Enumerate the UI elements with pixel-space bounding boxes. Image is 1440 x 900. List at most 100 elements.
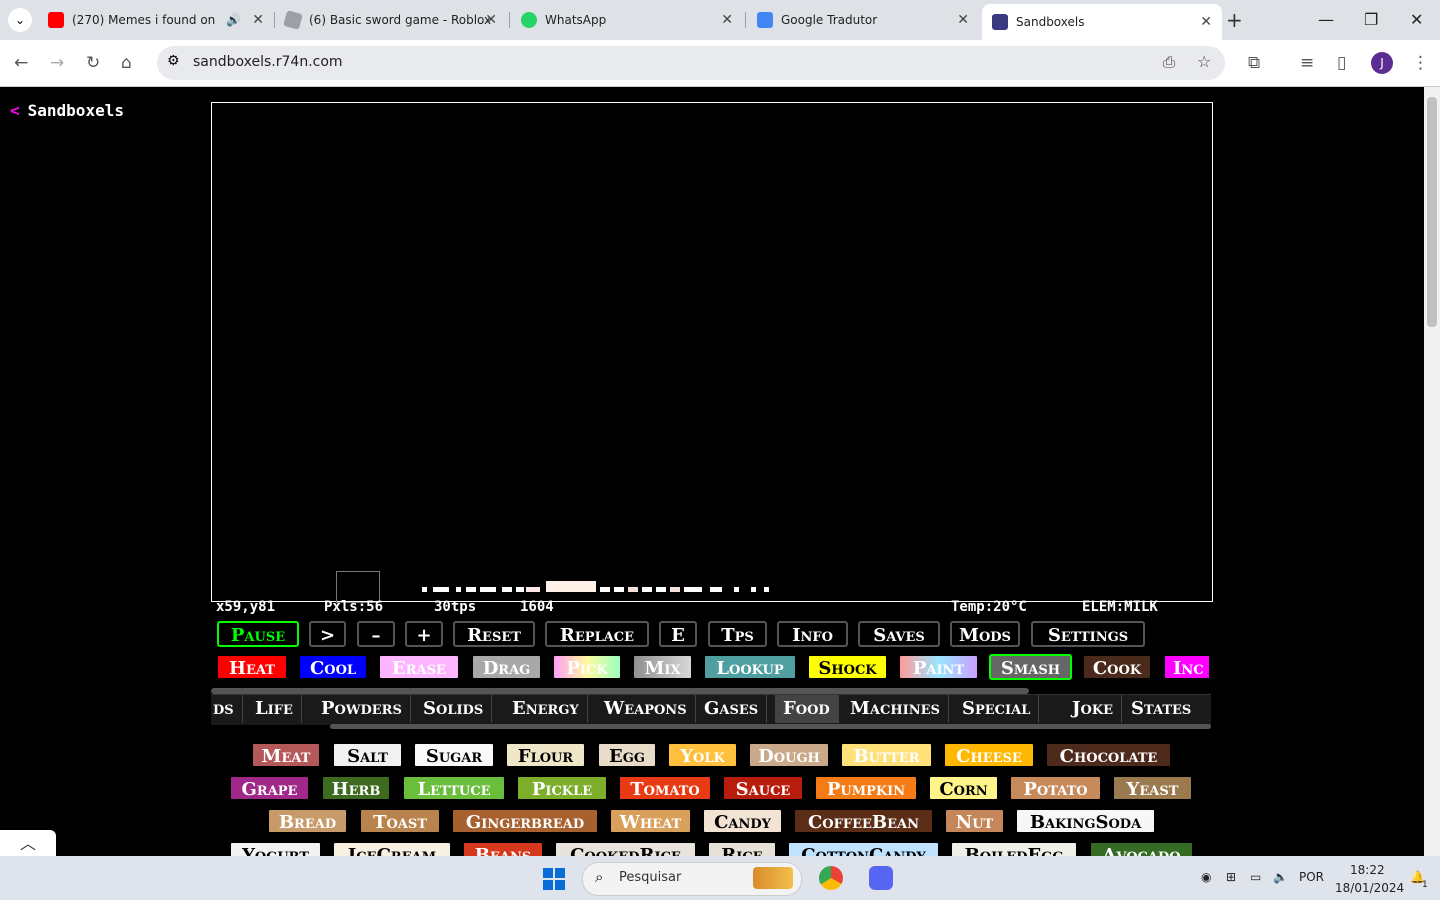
home-icon[interactable]: ⌂: [121, 53, 132, 73]
element-avocado[interactable]: Avocado: [1089, 841, 1194, 856]
element-corn[interactable]: Corn: [928, 775, 999, 801]
extensions-icon[interactable]: ⧉: [1248, 53, 1260, 73]
close-icon[interactable]: ✕: [957, 12, 969, 28]
element-yogurt[interactable]: Yogurt: [229, 841, 322, 856]
install-app-icon[interactable]: ⎙: [1163, 53, 1175, 71]
element-pumpkin[interactable]: Pumpkin: [814, 775, 918, 801]
element-coffeebean[interactable]: CoffeeBean: [793, 808, 934, 834]
tool-lookup[interactable]: Lookup: [703, 654, 797, 680]
minimize-icon[interactable]: —: [1318, 10, 1334, 29]
replace-button[interactable]: Replace: [545, 621, 649, 647]
brush-smaller-button[interactable]: –: [357, 621, 395, 647]
element-sauce[interactable]: Sauce: [722, 775, 804, 801]
category-solids[interactable]: Solids: [415, 695, 493, 723]
category-life[interactable]: Life: [247, 695, 302, 723]
side-panel-icon[interactable]: ▯: [1337, 53, 1346, 73]
element-chocolate[interactable]: Chocolate: [1045, 742, 1172, 768]
tool-incinerate[interactable]: Inc: [1163, 654, 1211, 680]
category-powders[interactable]: Powders: [313, 695, 411, 723]
category-energy[interactable]: Energy: [504, 695, 588, 723]
taskbar-search[interactable]: ⌕ Pesquisar: [582, 862, 802, 896]
category-special[interactable]: Special: [954, 695, 1040, 723]
scrollbar-thumb[interactable]: [1427, 97, 1437, 327]
scroll-up-button[interactable]: ︿: [0, 830, 56, 856]
element-egg[interactable]: Egg: [597, 742, 657, 768]
category-states[interactable]: States: [1123, 695, 1199, 723]
menu-icon[interactable]: ⋮: [1412, 53, 1429, 73]
tool-shock[interactable]: Shock: [807, 654, 888, 680]
element-dough[interactable]: Dough: [748, 742, 830, 768]
language-indicator[interactable]: POR: [1299, 870, 1324, 884]
close-icon[interactable]: ✕: [485, 12, 497, 28]
clock-date[interactable]: 18/01/2024: [1335, 881, 1404, 895]
element-flour[interactable]: Flour: [505, 742, 586, 768]
mods-button[interactable]: Mods: [950, 621, 1020, 647]
element-icecream[interactable]: IceCream: [332, 841, 452, 856]
element-cottoncandy[interactable]: CottonCandy: [787, 841, 940, 856]
element-nut[interactable]: Nut: [944, 808, 1005, 834]
page-scrollbar[interactable]: [1424, 87, 1440, 856]
element-cookedrice[interactable]: CookedRice: [554, 841, 697, 856]
saves-button[interactable]: Saves: [858, 621, 940, 647]
element-beans[interactable]: Beans: [462, 841, 544, 856]
element-boiledegg[interactable]: BoiledEgg: [950, 841, 1078, 856]
element-bread[interactable]: Bread: [267, 808, 348, 834]
tab-google-tradutor[interactable]: Google Tradutor ✕: [757, 6, 969, 34]
element-yolk[interactable]: Yolk: [667, 742, 738, 768]
element-salt[interactable]: Salt: [332, 742, 403, 768]
tab-sandboxels[interactable]: Sandboxels ✕: [982, 4, 1222, 40]
tool-paint[interactable]: Paint: [898, 654, 979, 680]
discord-icon[interactable]: [869, 866, 893, 890]
forward-icon[interactable]: →: [50, 53, 64, 73]
close-icon[interactable]: ✕: [1200, 14, 1212, 30]
step-button[interactable]: >: [309, 621, 346, 647]
new-tab-button[interactable]: +: [1226, 8, 1243, 32]
category-machines[interactable]: Machines: [842, 695, 949, 723]
window-close-icon[interactable]: ✕: [1410, 10, 1423, 29]
element-toast[interactable]: Toast: [359, 808, 441, 834]
element-pickle[interactable]: Pickle: [516, 775, 608, 801]
discord-tray-icon[interactable]: ◉: [1201, 870, 1211, 884]
category-food[interactable]: Food: [775, 695, 839, 723]
tool-smash[interactable]: Smash: [989, 654, 1072, 680]
clock-time[interactable]: 18:22: [1350, 863, 1385, 877]
element-gingerbread[interactable]: Gingerbread: [451, 808, 599, 834]
element-herb[interactable]: Herb: [321, 775, 391, 801]
element-yeast[interactable]: Yeast: [1112, 775, 1193, 801]
volume-icon[interactable]: 🔈: [1273, 870, 1288, 884]
pause-button[interactable]: Pause: [217, 621, 299, 647]
element-cheese[interactable]: Cheese: [943, 742, 1035, 768]
restore-icon[interactable]: ❐: [1364, 10, 1378, 29]
chrome-icon[interactable]: [819, 866, 843, 890]
brush-larger-button[interactable]: +: [405, 621, 443, 647]
element-meat[interactable]: Meat: [251, 742, 321, 768]
tab-search-button[interactable]: ⌄: [8, 8, 32, 32]
element-wheat[interactable]: Wheat: [609, 808, 692, 834]
tab-whatsapp[interactable]: WhatsApp ✕: [521, 6, 733, 34]
tool-heat[interactable]: Heat: [216, 654, 288, 680]
close-icon[interactable]: ✕: [252, 12, 264, 28]
element-grape[interactable]: Grape: [229, 775, 310, 801]
categories-scrollbar[interactable]: [330, 724, 1211, 729]
tool-pick[interactable]: Pick: [552, 654, 622, 680]
category-weapons[interactable]: Weapons: [596, 695, 696, 723]
start-icon[interactable]: [543, 868, 565, 890]
tool-mix[interactable]: Mix: [632, 654, 693, 680]
tab-roblox[interactable]: (6) Basic sword game - Roblox ✕: [283, 6, 497, 34]
element-rice[interactable]: Rice: [707, 841, 777, 856]
element-bakingsoda[interactable]: BakingSoda: [1015, 808, 1156, 834]
tool-cook[interactable]: Cook: [1082, 654, 1152, 680]
element-lettuce[interactable]: Lettuce: [402, 775, 506, 801]
bookmark-star-icon[interactable]: ☆: [1197, 52, 1211, 71]
back-to-home-link[interactable]: < Sandboxels: [10, 101, 124, 120]
address-bar[interactable]: ⚙ sandboxels.r74n.com ⎙ ☆: [157, 46, 1225, 80]
element-tomato[interactable]: Tomato: [618, 775, 712, 801]
element-sugar[interactable]: Sugar: [413, 742, 495, 768]
network-tray-icon[interactable]: ⊞: [1226, 870, 1236, 884]
tps-button[interactable]: Tps: [708, 621, 767, 647]
category-joke[interactable]: Joke: [1064, 695, 1123, 723]
element-candy[interactable]: Candy: [702, 808, 783, 834]
tool-cool[interactable]: Cool: [298, 654, 368, 680]
profile-avatar[interactable]: J: [1371, 52, 1393, 74]
category-lands[interactable]: ds: [211, 695, 243, 723]
